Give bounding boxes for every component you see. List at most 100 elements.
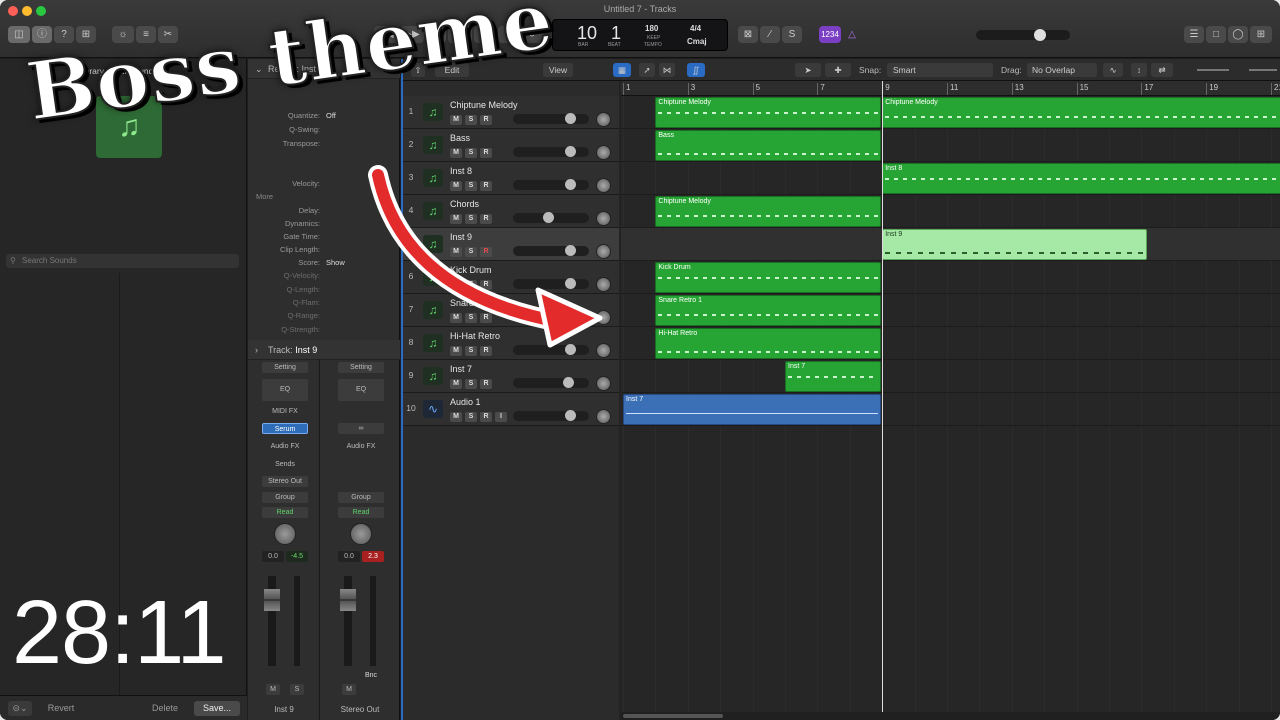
track-pan-knob[interactable] <box>596 343 611 358</box>
track-header[interactable]: 10 ∿ Audio 1 MSRI <box>403 393 619 426</box>
sends-label[interactable]: Sends <box>262 459 308 470</box>
revert-button[interactable]: Revert <box>40 701 82 716</box>
catch-icon[interactable]: ▦ <box>613 63 631 77</box>
midi-region[interactable]: Bass <box>655 130 882 161</box>
eq-button[interactable]: EQ <box>338 379 384 401</box>
master-volume-slider[interactable] <box>976 29 1070 41</box>
flex-icon[interactable]: ⋈ <box>659 63 675 77</box>
track-pan-knob[interactable] <box>596 145 611 160</box>
track-name[interactable]: Bass <box>450 133 470 143</box>
library-options-icon[interactable]: ⊝⌄ <box>8 701 32 716</box>
track-volume-slider[interactable] <box>513 146 589 157</box>
track-header[interactable]: 2 ♫ Bass M S R <box>403 129 619 162</box>
audio-fx-label[interactable]: Audio FX <box>338 441 384 452</box>
solo-button[interactable]: S <box>465 247 477 257</box>
pointer-tool-icon[interactable]: ➤ <box>795 63 821 77</box>
track-header[interactable]: 7 ♫ Snare Retro 1 MSR <box>403 294 619 327</box>
mute-button[interactable]: M <box>450 346 462 356</box>
waveform-zoom-icon[interactable]: ∿ <box>1103 63 1123 77</box>
bounce-button[interactable]: Bnc <box>362 670 380 681</box>
track-pan-knob[interactable] <box>596 310 611 325</box>
group-button[interactable]: Group <box>262 492 308 503</box>
mute-button[interactable]: M <box>450 280 462 290</box>
track-name[interactable]: Chords <box>450 199 479 209</box>
record-enable-button[interactable]: R <box>480 379 492 389</box>
solo-button[interactable]: S <box>465 379 477 389</box>
track-pan-knob[interactable] <box>596 178 611 193</box>
track-volume-slider[interactable] <box>513 179 589 190</box>
track-pan-knob[interactable] <box>596 376 611 391</box>
track-name[interactable]: Inst 7 <box>450 364 472 374</box>
record-enable-button[interactable]: R <box>480 313 492 323</box>
snap-dropdown[interactable]: Smart <box>887 63 993 77</box>
pan-knob[interactable] <box>274 523 296 545</box>
save-button[interactable]: Save... <box>194 701 240 716</box>
snap-toggle-icon[interactable]: ∬ <box>687 63 705 77</box>
record-enable-button[interactable]: R <box>480 148 492 158</box>
solo-button[interactable]: S <box>290 684 304 695</box>
mute-button[interactable]: M <box>450 214 462 224</box>
mute-button[interactable]: M <box>450 313 462 323</box>
midi-region[interactable]: Inst 9 <box>882 229 1147 260</box>
solo-icon[interactable]: S <box>782 26 802 43</box>
audio-fx-label[interactable]: Audio FX <box>262 441 308 452</box>
setting-button[interactable]: Setting <box>262 362 308 373</box>
lcd-display[interactable]: 10 1 BAR BEAT 180 KEEP TEMPO 4/4 Cmaj <box>552 19 728 51</box>
track-header[interactable]: 9 ♫ Inst 7 MSR <box>403 360 619 393</box>
track-name[interactable]: Audio 1 <box>450 397 481 407</box>
list-editors-icon[interactable]: ☰ <box>1184 26 1204 43</box>
track-name[interactable]: Snare Retro 1 <box>450 298 506 308</box>
record-enable-button[interactable]: R <box>480 214 492 224</box>
mute-button[interactable]: M <box>450 181 462 191</box>
track-inspector-header[interactable]: › Track: Inst 9 <box>248 340 400 360</box>
midi-region[interactable]: Chiptune Melody <box>655 97 882 128</box>
track-pan-knob[interactable] <box>596 409 611 424</box>
mute-button[interactable]: M <box>450 412 462 422</box>
track-volume-slider[interactable] <box>513 113 589 124</box>
count-in-button[interactable]: 1234 <box>819 26 841 43</box>
metronome-icon[interactable]: ∕ <box>760 26 780 43</box>
track-header[interactable]: 4 ♫ Chords M S R <box>403 195 619 228</box>
track-volume-slider[interactable] <box>513 410 589 421</box>
library-toggle-icon[interactable]: ◫ <box>8 26 30 43</box>
drag-dropdown[interactable]: No Overlap <box>1027 63 1097 77</box>
audio-region[interactable]: Inst 7 <box>623 394 882 425</box>
mute-button[interactable]: M <box>450 148 462 158</box>
horizontal-zoom-slider[interactable] <box>1249 69 1277 71</box>
track-lane[interactable] <box>621 360 1280 393</box>
track-name[interactable]: Inst 9 <box>450 232 472 242</box>
mute-button[interactable]: M <box>450 379 462 389</box>
automation-read-button[interactable]: Read <box>262 507 308 518</box>
serum-plugin-slot[interactable]: Serum <box>262 423 308 434</box>
solo-button[interactable]: S <box>465 412 477 422</box>
pencil-tool-icon[interactable]: ➚ <box>639 63 655 77</box>
midi-fx-label[interactable]: MIDI FX <box>262 406 308 417</box>
volume-fader-cap[interactable] <box>340 589 356 611</box>
record-enable-button[interactable]: R <box>480 247 492 257</box>
mute-button[interactable]: M <box>342 684 356 695</box>
midi-region[interactable]: Snare Retro 1 <box>655 295 882 326</box>
record-enable-button[interactable]: R <box>480 280 492 290</box>
record-enable-button[interactable]: R <box>480 181 492 191</box>
metronome-triangle-icon[interactable]: △ <box>843 26 861 43</box>
track-volume-slider[interactable] <box>513 311 589 322</box>
record-enable-button[interactable]: R <box>480 115 492 125</box>
midi-region[interactable]: Inst 7 <box>785 361 882 392</box>
inspector-toggle-icon[interactable]: ⓘ <box>32 26 52 43</box>
solo-button[interactable]: S <box>465 115 477 125</box>
group-button[interactable]: Group <box>338 492 384 503</box>
track-header[interactable]: 5 ♫ Inst 9 MSR <box>403 228 619 261</box>
midi-region[interactable]: Chiptune Melody <box>882 97 1280 128</box>
track-name[interactable]: Kick Drum <box>450 265 492 275</box>
track-volume-slider[interactable] <box>513 212 589 223</box>
solo-button[interactable]: S <box>465 346 477 356</box>
mute-button[interactable]: M <box>450 247 462 257</box>
browser-icon[interactable]: ⊞ <box>1250 26 1272 43</box>
track-name[interactable]: Chiptune Melody <box>450 100 518 110</box>
input-monitor-button[interactable]: I <box>495 412 507 422</box>
link-icon[interactable]: ∞ <box>338 423 384 434</box>
track-header[interactable]: 1 ♫ Chiptune Melody M S R <box>403 96 619 129</box>
eq-button[interactable]: EQ <box>262 379 308 401</box>
mute-button[interactable]: M <box>450 115 462 125</box>
track-name[interactable]: Inst 8 <box>450 166 472 176</box>
